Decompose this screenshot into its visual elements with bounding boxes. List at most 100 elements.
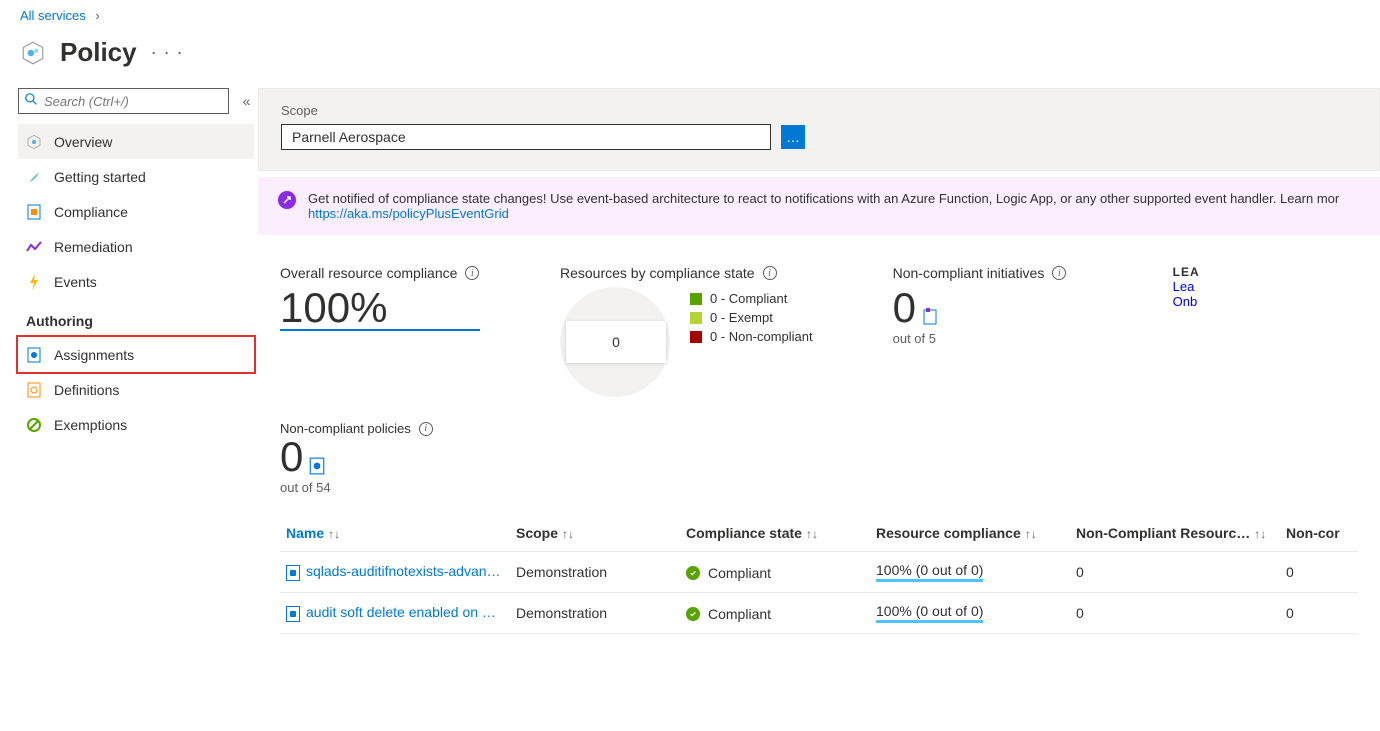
compliance-legend: 0 - Compliant 0 - Exempt 0 - Non-complia… [690, 287, 813, 348]
scope-input[interactable]: Parnell Aerospace [281, 124, 771, 150]
swatch-green [690, 293, 702, 305]
notification-banner: Get notified of compliance state changes… [258, 177, 1380, 235]
cell-noncomp-res: 0 [1070, 552, 1280, 593]
by-state-metric: Resources by compliance state i 0 0 - Co… [560, 265, 813, 397]
col-noncomp-res-label: Non-Compliant Resourc… [1076, 525, 1250, 541]
nav-overview-label: Overview [54, 134, 112, 150]
exemptions-icon [26, 417, 42, 433]
row-name-link[interactable]: audit soft delete enabled on … [306, 604, 496, 620]
remediation-icon [26, 241, 42, 253]
learn-column: LEA Lea Onb [1173, 265, 1233, 397]
page-title: Policy [60, 37, 137, 68]
col-resource[interactable]: Resource compliance ↑↓ [870, 515, 1070, 552]
sidebar-search[interactable] [18, 88, 229, 114]
table-row[interactable]: audit soft delete enabled on … Demonstrat… [280, 593, 1358, 634]
sort-icon[interactable]: ↑↓ [328, 527, 340, 541]
search-icon [25, 93, 38, 109]
info-icon[interactable]: i [763, 266, 777, 280]
info-icon[interactable]: i [1052, 266, 1066, 280]
col-noncomp[interactable]: Non-cor [1280, 515, 1358, 552]
legend-exempt: 0 - Exempt [690, 310, 813, 325]
search-input[interactable] [44, 94, 222, 109]
col-resource-label: Resource compliance [876, 525, 1021, 541]
nav-compliance[interactable]: Compliance [18, 194, 254, 229]
banner-text: Get notified of compliance state changes… [308, 191, 1339, 206]
nav-getting-started-label: Getting started [54, 169, 146, 185]
col-scope[interactable]: Scope↑↓ [510, 515, 680, 552]
overview-icon [26, 134, 42, 150]
nci-sub: out of 5 [893, 331, 1093, 346]
learn-link-1[interactable]: Lea [1173, 279, 1195, 294]
cell-name: sqlads-auditifnotexists-advan… [280, 552, 510, 593]
legend-text: 0 - Exempt [710, 310, 773, 325]
initiative-icon [922, 306, 940, 329]
sort-icon[interactable]: ↑↓ [806, 527, 818, 541]
cell-state: Compliant [680, 552, 870, 593]
noncompliant-initiatives-metric: Non-compliant initiatives i 0 out of 5 [893, 265, 1093, 397]
nav-remediation[interactable]: Remediation [18, 229, 254, 264]
col-name[interactable]: Name ↑↓ [280, 515, 510, 552]
nav-remediation-label: Remediation [54, 239, 133, 255]
notification-icon [278, 191, 296, 209]
scope-picker-button[interactable]: … [781, 125, 805, 149]
nav-compliance-label: Compliance [54, 204, 128, 220]
sort-icon[interactable]: ↑↓ [1025, 527, 1037, 541]
cell-name: audit soft delete enabled on … [280, 593, 510, 634]
nav-getting-started[interactable]: Getting started [18, 159, 254, 194]
ncp-sub: out of 54 [280, 480, 1358, 495]
info-icon[interactable]: i [465, 266, 479, 280]
sort-icon[interactable]: ↑↓ [562, 527, 574, 541]
by-state-label: Resources by compliance state [560, 265, 755, 281]
policy-doc-icon [286, 565, 300, 581]
page-header: Policy · · · [0, 31, 1380, 88]
learn-header: LEA [1173, 265, 1233, 279]
ncp-value: 0 [280, 436, 303, 478]
compliant-icon [686, 607, 700, 621]
more-actions-button[interactable]: · · · [151, 42, 184, 63]
nav-definitions[interactable]: Definitions [18, 372, 254, 407]
noncompliant-policies-metric: Non-compliant policies i 0 out of 54 [258, 407, 1380, 505]
cell-noncomp: 0 [1280, 593, 1358, 634]
learn-link-2[interactable]: Onb [1173, 294, 1198, 309]
sort-icon[interactable]: ↑↓ [1254, 527, 1266, 541]
overall-value: 100% [280, 287, 480, 329]
authoring-section-label: Authoring [18, 299, 254, 337]
cell-resource: 100% (0 out of 0) [870, 552, 1070, 593]
col-noncomp-res[interactable]: Non-Compliant Resourc… ↑↓ [1070, 515, 1280, 552]
sidebar: « Overview Getting started Compliance Re… [0, 88, 258, 644]
results-table: Name ↑↓ Scope↑↓ Compliance state ↑↓ Resour… [258, 505, 1380, 644]
legend-noncompliant: 0 - Non-compliant [690, 329, 813, 344]
donut-center-value: 0 [566, 321, 666, 363]
banner-link[interactable]: https://aka.ms/policyPlusEventGrid [308, 206, 509, 221]
metrics-row: Overall resource compliance i 100% Resou… [258, 235, 1380, 407]
nav-exemptions-label: Exemptions [54, 417, 127, 433]
info-icon[interactable]: i [419, 422, 433, 436]
nci-value: 0 [893, 287, 916, 329]
col-name-link[interactable]: Name [286, 525, 324, 541]
table-row[interactable]: sqlads-auditifnotexists-advan…Demonstrat… [280, 552, 1358, 593]
scope-label: Scope [281, 103, 1357, 118]
cell-noncomp-res: 0 [1070, 593, 1280, 634]
row-name-link[interactable]: sqlads-auditifnotexists-advan… [306, 563, 501, 579]
swatch-yellow [690, 312, 702, 324]
overall-label: Overall resource compliance [280, 265, 457, 281]
collapse-sidebar-button[interactable]: « [239, 93, 254, 109]
col-state[interactable]: Compliance state ↑↓ [680, 515, 870, 552]
cell-state: Compliant [680, 593, 870, 634]
compliance-donut: 0 [560, 287, 670, 397]
breadcrumb-all-services[interactable]: All services [20, 8, 86, 23]
banner-body: Get notified of compliance state changes… [308, 191, 1339, 221]
compliant-icon [686, 566, 700, 580]
cell-scope: Demonstration [510, 593, 680, 634]
legend-text: 0 - Non-compliant [710, 329, 813, 344]
breadcrumb: All services › [0, 0, 1380, 31]
nav-assignments[interactable]: Assignments [18, 337, 254, 372]
scope-value: Parnell Aerospace [292, 129, 406, 145]
nav-events[interactable]: Events [18, 264, 254, 299]
cell-resource: 100% (0 out of 0) [870, 593, 1070, 634]
nav-overview[interactable]: Overview [18, 124, 254, 159]
nav-events-label: Events [54, 274, 97, 290]
col-state-label: Compliance state [686, 525, 802, 541]
nav-exemptions[interactable]: Exemptions [18, 407, 254, 442]
policy-doc-icon [286, 606, 300, 622]
